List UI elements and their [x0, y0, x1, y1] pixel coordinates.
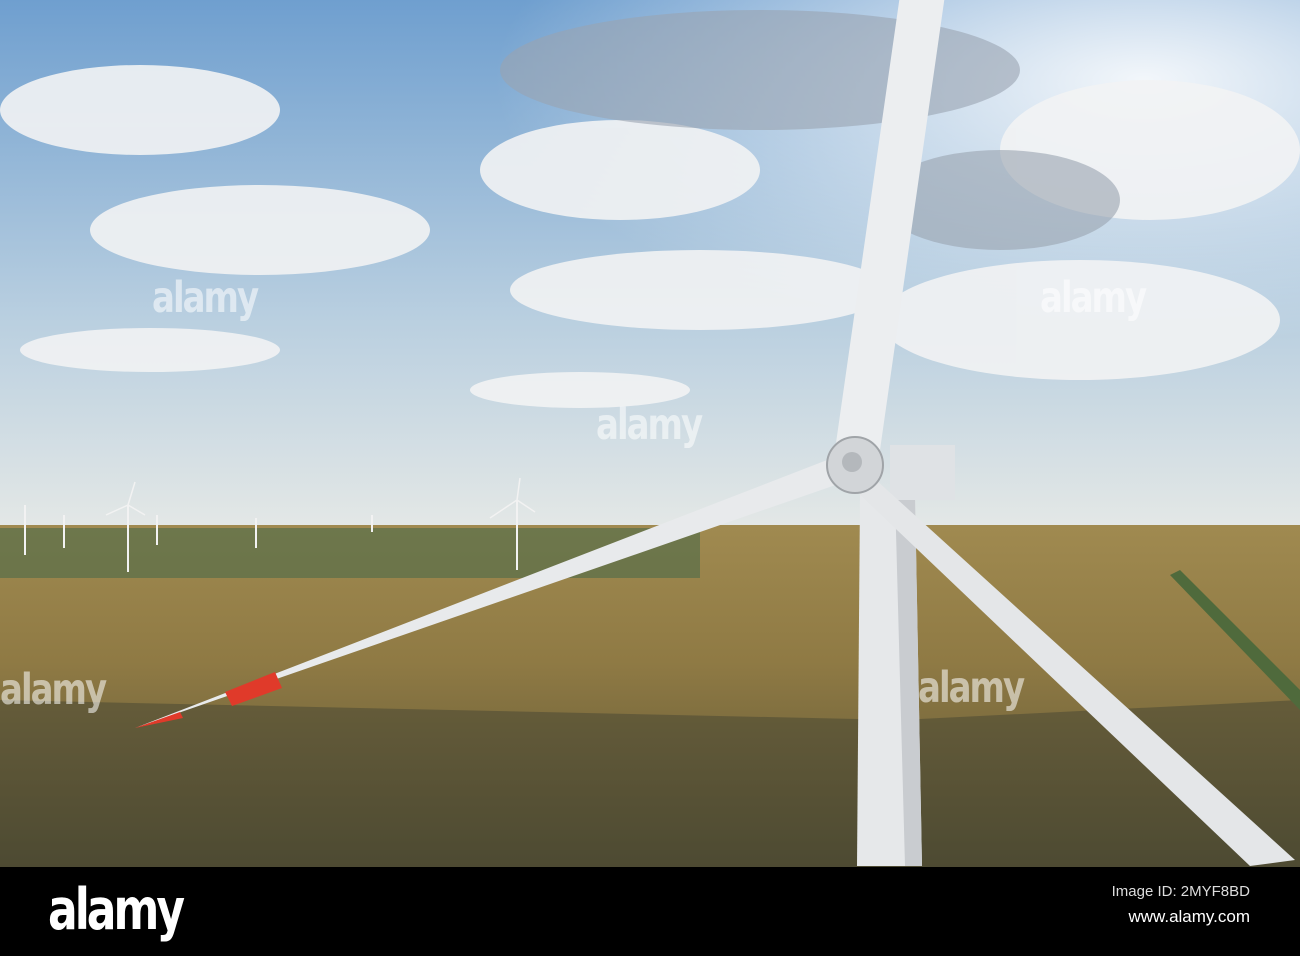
watermark: alamy [596, 400, 703, 450]
website-link[interactable]: www.alamy.com [1128, 907, 1250, 927]
image-id: Image ID: 2MYF8BD [1111, 883, 1250, 900]
watermark: alamy [918, 663, 1025, 713]
watermark: alamy [152, 273, 259, 323]
footer-bar: alamy Image ID: 2MYF8BD www.alamy.com [0, 867, 1300, 956]
alamy-logo: alamy [48, 877, 185, 944]
watermark: alamy [0, 665, 107, 715]
watermark: alamy [1040, 273, 1147, 323]
stock-photo: alamy alamy alamy alamy alamy alamy Imag… [0, 0, 1300, 956]
